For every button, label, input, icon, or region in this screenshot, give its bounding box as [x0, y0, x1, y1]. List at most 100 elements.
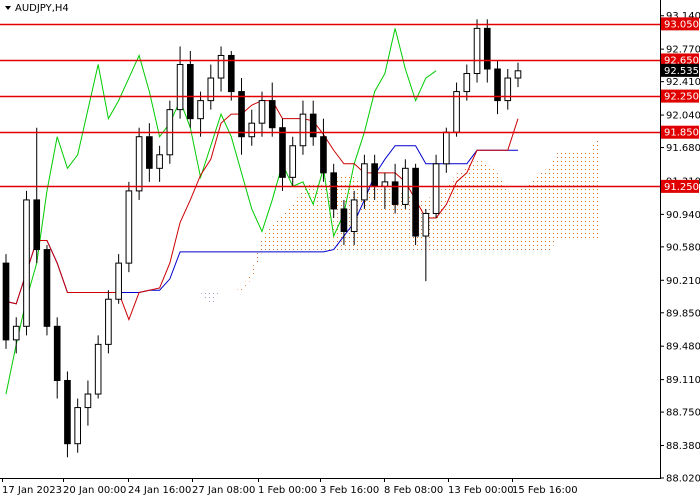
price-badge-label: 92.535	[664, 66, 699, 77]
candle	[2, 254, 10, 349]
candle-body	[23, 199, 30, 327]
candle-body	[135, 136, 143, 192]
x-tick-label: 13 Feb 00:00	[448, 485, 514, 496]
cloud-segment	[456, 166, 467, 252]
cloud-segment	[477, 159, 488, 252]
cloud-segment	[374, 185, 385, 252]
candle-body	[289, 145, 297, 178]
candle-body	[443, 131, 450, 165]
candle	[473, 19, 481, 83]
candle-body	[12, 325, 20, 341]
x-tick-label: 15 Feb 16:00	[512, 485, 578, 496]
candle-body	[187, 63, 194, 120]
cloud-segment	[569, 150, 580, 239]
candle-body	[422, 212, 430, 237]
price-badge: 92.535	[661, 63, 699, 77]
candle-body	[94, 343, 102, 395]
candle-body	[176, 63, 184, 111]
candle-body	[33, 199, 41, 251]
candle	[125, 181, 133, 273]
candle-body	[432, 163, 440, 214]
candle	[23, 190, 30, 336]
chart-title: AUDJPY,H4	[5, 3, 69, 14]
y-tick-label: 92.410	[666, 77, 700, 88]
price-axis: 93.14092.77092.41092.04091.68091.31090.9…	[660, 11, 700, 485]
candle-body	[146, 136, 153, 169]
candle-body	[115, 262, 122, 300]
candle-body	[483, 27, 491, 70]
cloud-segment	[518, 184, 529, 252]
price-badge-label: 93.050	[664, 19, 699, 30]
candle-body	[299, 113, 307, 147]
y-tick-label: 90.580	[666, 242, 700, 253]
candle	[43, 245, 51, 336]
candle-body	[350, 199, 358, 233]
candle-body	[217, 54, 225, 79]
candle-body	[105, 298, 112, 345]
y-tick-label: 89.110	[666, 375, 700, 386]
candle-body	[2, 262, 10, 341]
y-tick-label: 92.040	[666, 111, 700, 122]
x-tick-label: 27 Jan 08:00	[192, 485, 255, 496]
cloud-segment	[558, 150, 570, 239]
candle-body	[381, 181, 389, 187]
candle-body	[53, 325, 61, 381]
candle-body	[391, 181, 399, 205]
candle-body	[473, 27, 481, 75]
x-tick-label: 8 Feb 08:00	[384, 485, 443, 496]
cloud-segment	[507, 190, 518, 252]
candle-body	[125, 190, 133, 264]
candle-body	[309, 113, 317, 138]
candle-body	[330, 172, 337, 210]
price-badge-label: 91.250	[664, 182, 699, 193]
cloud-segment	[538, 168, 549, 252]
candle-body	[64, 379, 71, 445]
y-tick-label: 88.380	[666, 441, 700, 452]
candle-body	[197, 100, 204, 120]
candle	[135, 127, 143, 200]
candle-body	[412, 167, 419, 237]
candle-body	[514, 70, 522, 79]
cloud-segment	[579, 150, 590, 239]
candle-body	[361, 163, 368, 201]
price-badge: 92.250	[661, 89, 699, 103]
cloud-segment	[466, 159, 478, 252]
cloud-segment	[282, 205, 293, 252]
candle-body	[371, 163, 378, 187]
cloud-segment	[528, 172, 539, 252]
candle-body	[268, 100, 276, 129]
candle-body	[43, 249, 51, 327]
price-badge-label: 91.850	[664, 128, 699, 139]
price-chart[interactable]: 93.14092.77092.41092.04091.68091.31090.9…	[0, 0, 700, 500]
x-tick-label: 1 Feb 00:00	[258, 485, 317, 496]
candle-body	[340, 208, 348, 233]
candle	[412, 163, 419, 246]
price-badge: 91.850	[661, 125, 699, 139]
y-tick-label: 91.680	[666, 143, 700, 154]
candle-body	[320, 136, 327, 174]
x-tick-label: 20 Jan 00:00	[63, 485, 126, 496]
candle-body	[156, 154, 163, 169]
chart-title-text: AUDJPY,H4	[15, 3, 69, 14]
candle-body	[463, 73, 471, 93]
candle-body	[258, 100, 266, 124]
candle-body	[238, 91, 245, 138]
candle-body	[84, 393, 92, 409]
x-tick-label: 17 Jan 2023	[2, 485, 62, 496]
y-tick-label: 89.480	[666, 342, 700, 353]
price-badge-label: 92.250	[664, 92, 699, 103]
x-tick-label: 3 Feb 16:00	[320, 485, 379, 496]
candle-body	[248, 122, 256, 138]
y-tick-label: 88.750	[666, 408, 700, 419]
candle-body	[453, 91, 460, 133]
candle	[94, 335, 102, 399]
cloud-segment	[313, 182, 324, 252]
candle	[105, 290, 112, 354]
x-tick-label: 24 Jan 16:00	[128, 485, 191, 496]
candle-body	[279, 127, 286, 178]
y-tick-label: 90.940	[666, 210, 700, 221]
y-tick-label: 90.210	[666, 276, 700, 287]
price-badge: 93.050	[661, 17, 699, 31]
y-tick-label: 88.020	[666, 474, 700, 485]
candle-body	[74, 407, 81, 445]
